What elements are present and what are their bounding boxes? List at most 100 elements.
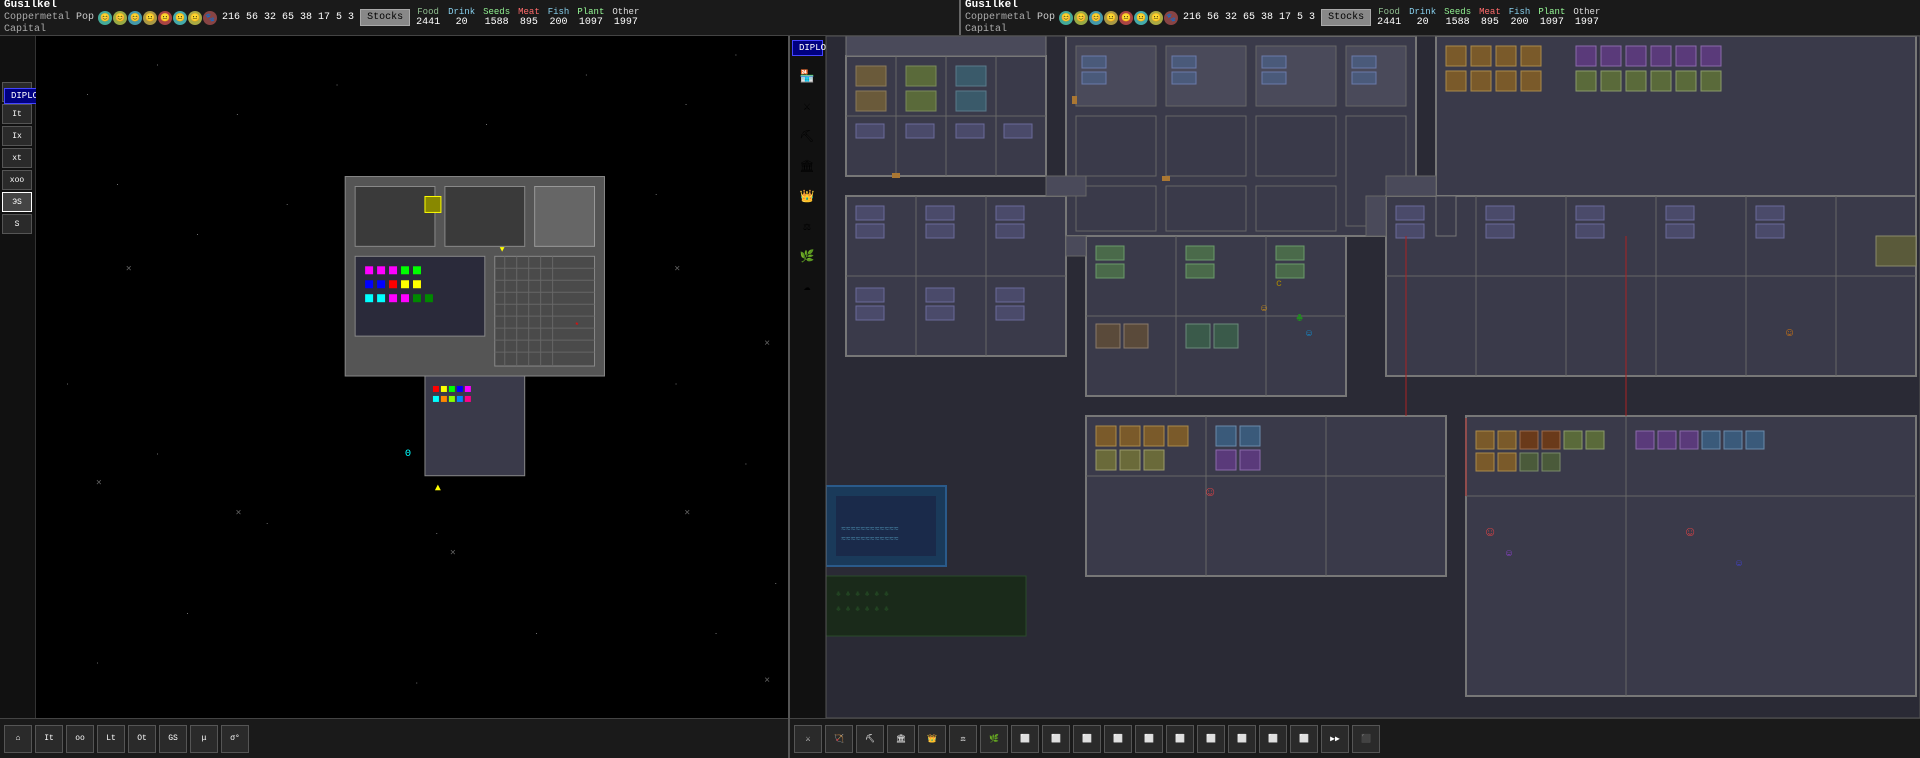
resource-section-left: Food 2441 Drink 20 Seeds 1588 Meat 895 F… (416, 7, 639, 28)
meat-label-right: Meat (1479, 7, 1501, 17)
pop-icon-r4: 😐 (1104, 11, 1118, 25)
bbr-box8[interactable]: ⬜ (1228, 725, 1256, 753)
seeds-resource-left: Seeds 1588 (483, 7, 510, 28)
plant-resource-left: Plant 1097 (577, 7, 604, 28)
fish-val-left: 200 (550, 17, 568, 28)
bottom-bar-left: ⌂ It oo Lt Ot GS μ σ° (0, 718, 788, 758)
diplomacy-button-right[interactable]: DIPLOMACY (792, 40, 823, 56)
bottom-btn-units[interactable]: μ (190, 725, 218, 753)
sidebar-icon-military[interactable]: ⚔ (792, 92, 822, 120)
svg-text:▲: ▲ (435, 483, 441, 494)
drink-resource-right: Drink 20 (1409, 7, 1436, 28)
bbr-build[interactable]: 🏛 (887, 725, 915, 753)
other-label-left: Other (612, 7, 639, 17)
drink-resource-left: Drink 20 (448, 7, 475, 28)
fortress-sub2-right: Capital (965, 24, 1031, 36)
stocks-button-left[interactable]: Stocks (360, 9, 410, 26)
svg-text:·: · (714, 630, 718, 637)
svg-text:☺: ☺ (1306, 329, 1313, 340)
meat-label-left: Meat (518, 7, 540, 17)
bbr-end[interactable]: ⬛ (1352, 725, 1380, 753)
pop-icon-1: 😊 (98, 11, 112, 25)
sidebar-icon-nature[interactable]: 🌿 (792, 242, 822, 270)
bbr-mine[interactable]: ⛏ (856, 725, 884, 753)
drink-val-right: 20 (1417, 17, 1429, 28)
bbr-forward[interactable]: ▶▶ (1321, 725, 1349, 753)
bottom-btn-overview[interactable]: ⌂ (4, 725, 32, 753)
plant-label-right: Plant (1538, 7, 1565, 17)
sidebar-icon-buildings[interactable]: 🏛 (792, 152, 822, 180)
bottom-btn-reports[interactable]: σ° (221, 725, 249, 753)
svg-text:×: × (126, 263, 132, 274)
stocks-button-right[interactable]: Stocks (1321, 9, 1371, 26)
other-resource-right: Other 1997 (1573, 7, 1600, 28)
bottom-btn-military-l[interactable]: It (35, 725, 63, 753)
fortress-name-right: Gusilkel (965, 0, 1031, 12)
bbr-box1[interactable]: ⬜ (1011, 725, 1039, 753)
plant-val-right: 1097 (1540, 17, 1564, 28)
bbr-box6[interactable]: ⬜ (1166, 725, 1194, 753)
svg-text:·: · (265, 521, 269, 528)
svg-text:·: · (96, 660, 100, 667)
bbr-box3[interactable]: ⬜ (1073, 725, 1101, 753)
sidebar-right: DIPLOMACY 🏪 ⚔ ⛏ 🏛 👑 ⚖ 🌿 ☁ (790, 36, 826, 718)
food-resource-right: Food 2441 (1377, 7, 1401, 28)
svg-text:·: · (485, 122, 489, 129)
bottom-btn-stocks-l[interactable]: oo (66, 725, 94, 753)
svg-text:·: · (66, 381, 70, 388)
seeds-val-left: 1588 (485, 17, 509, 28)
svg-text:·: · (156, 62, 160, 69)
plant-label-left: Plant (577, 7, 604, 17)
zoomed-map[interactable]: ☺ ☺ ☺ ☺ c ≈≈≈≈≈≈≈≈≈≈≈≈ ≈≈≈≈≈≈≈≈≈≈≈≈ (826, 36, 1920, 718)
svg-text:·: · (415, 680, 419, 687)
bbr-box7[interactable]: ⬜ (1197, 725, 1225, 753)
sidebar-btn-status[interactable]: S (2, 214, 32, 234)
sidebar-btn-announcements[interactable]: ЭS (2, 192, 32, 212)
sidebar-icon-trade[interactable]: 🏪 (792, 62, 822, 90)
pop-section-right: Pop 😊 😊 😊 😐 😐 😐 😐 🐾 216 56 32 65 38 17 5… (1037, 11, 1315, 25)
other-resource-left: Other 1997 (612, 7, 639, 28)
svg-text:×: × (764, 338, 770, 349)
pop-icons-left: 😊 😊 😊 😐 😐 😐 😐 🐾 (98, 11, 217, 25)
fish-resource-left: Fish 200 (548, 7, 570, 28)
svg-text:≈≈≈≈≈≈≈≈≈≈≈≈: ≈≈≈≈≈≈≈≈≈≈≈≈ (841, 535, 899, 544)
fortress-info-left: Gusilkel Coppermetal Capital (4, 0, 70, 36)
svg-text:♣ ♣ ♣ ♣ ♣ ♣: ♣ ♣ ♣ ♣ ♣ ♣ (836, 605, 889, 614)
bottom-btn-labor-l[interactable]: Lt (97, 725, 125, 753)
fortress-name-left: Gusilkel (4, 0, 70, 12)
bottom-btn-legends[interactable]: GS (159, 725, 187, 753)
map-area-left[interactable]: ··· ··· ··· ··· ··· ··· ··· ··· × × × × … (36, 36, 788, 718)
sidebar-icon-justice[interactable]: ⚖ (792, 212, 822, 240)
svg-text:·: · (235, 112, 239, 119)
pop-icons-right: 😊 😊 😊 😐 😐 😐 😐 🐾 (1059, 11, 1178, 25)
pop-icon-r5: 😐 (1119, 11, 1133, 25)
bbr-plant[interactable]: 🌿 (980, 725, 1008, 753)
main-content: DIPLOMACY oo⌂ It Iх хt хоо ЭS S ··· ··· … (0, 36, 1920, 758)
bbr-hunt[interactable]: 🏹 (825, 725, 853, 753)
meat-val-left: 895 (520, 17, 538, 28)
sidebar-btn-labor[interactable]: хt (2, 148, 32, 168)
bbr-box9[interactable]: ⬜ (1259, 725, 1287, 753)
sidebar-icon-nobles[interactable]: 👑 (792, 182, 822, 210)
sidebar-icon-mining[interactable]: ⛏ (792, 122, 822, 150)
seeds-label-left: Seeds (483, 7, 510, 17)
bbr-box5[interactable]: ⬜ (1135, 725, 1163, 753)
bbr-combat[interactable]: ⚔ (794, 725, 822, 753)
zoomed-map-svg: ☺ ☺ ☺ ☺ c ≈≈≈≈≈≈≈≈≈≈≈≈ ≈≈≈≈≈≈≈≈≈≈≈≈ (826, 36, 1920, 718)
bbr-balance[interactable]: ⚖ (949, 725, 977, 753)
bbr-box2[interactable]: ⬜ (1042, 725, 1070, 753)
svg-text:·: · (744, 461, 748, 468)
pop-icon-r8: 🐾 (1164, 11, 1178, 25)
sidebar-icon-weather[interactable]: ☁ (792, 272, 822, 300)
svg-text:·: · (335, 82, 339, 89)
sidebar-btn-nobles[interactable]: Iх (2, 126, 32, 146)
bbr-box4[interactable]: ⬜ (1104, 725, 1132, 753)
pop-icon-3: 😊 (128, 11, 142, 25)
svg-text:☺: ☺ (1506, 549, 1513, 560)
sidebar-btn-military[interactable]: It (2, 104, 32, 124)
sidebar-btn-stocks[interactable]: хоо (2, 170, 32, 190)
bbr-box10[interactable]: ⬜ (1290, 725, 1318, 753)
pop-nums-right: 216 56 32 65 38 17 5 3 (1183, 12, 1315, 23)
bottom-btn-orders[interactable]: Ot (128, 725, 156, 753)
bbr-crown[interactable]: 👑 (918, 725, 946, 753)
